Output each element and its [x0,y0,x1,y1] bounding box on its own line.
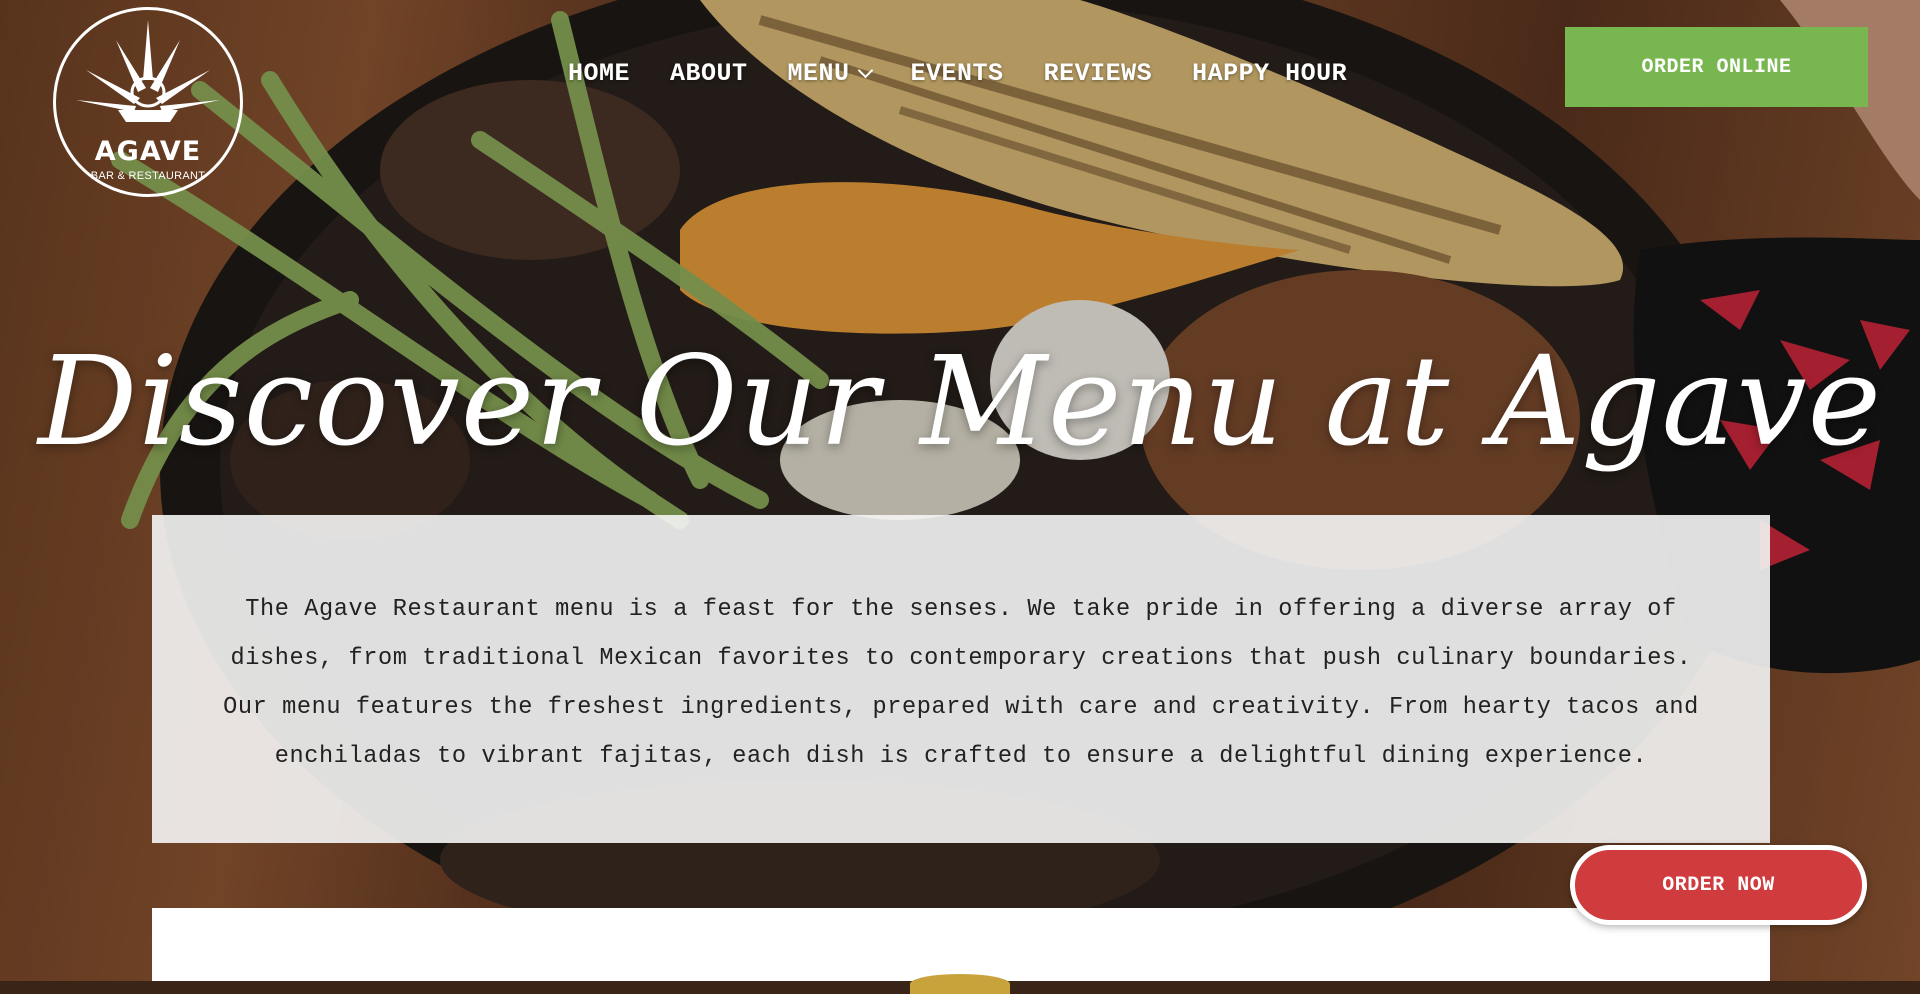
nav-item-label: MENU [787,58,850,88]
nav-item-events[interactable]: EVENTS [911,59,1004,88]
intro-text: The Agave Restaurant menu is a feast for… [223,596,1699,770]
intro-panel: The Agave Restaurant menu is a feast for… [152,515,1770,843]
nav-item-label: HAPPY HOUR [1192,58,1348,88]
nav-item-happy-hour[interactable]: HAPPY HOUR [1192,59,1347,88]
chevron-down-icon [857,62,873,78]
order-online-button[interactable]: ORDER ONLINE [1565,27,1868,107]
logo-name: AGAVE [94,136,202,167]
nav-item-label: HOME [568,58,631,88]
order-now-button[interactable]: ORDER NOW [1570,845,1867,925]
dish-image-top [910,974,1010,994]
main-nav: HOME ABOUT MENU EVENTS REVIEWS HAPPY HOU… [568,58,1347,88]
nav-item-label: EVENTS [910,58,1004,88]
nav-item-home[interactable]: HOME [568,59,630,88]
nav-item-about[interactable]: ABOUT [670,59,748,88]
logo-subtitle: BAR & RESTAURANT [90,170,206,182]
menu-content-card [152,908,1770,994]
hero-title: Discover Our Menu at Agave [37,330,1883,474]
nav-item-label: ABOUT [670,58,748,88]
nav-item-label: REVIEWS [1043,58,1153,88]
agave-logo[interactable]: AGAVE BAR & RESTAURANT [53,7,243,197]
nav-item-reviews[interactable]: REVIEWS [1044,59,1153,88]
nav-item-menu[interactable]: MENU [787,58,873,88]
